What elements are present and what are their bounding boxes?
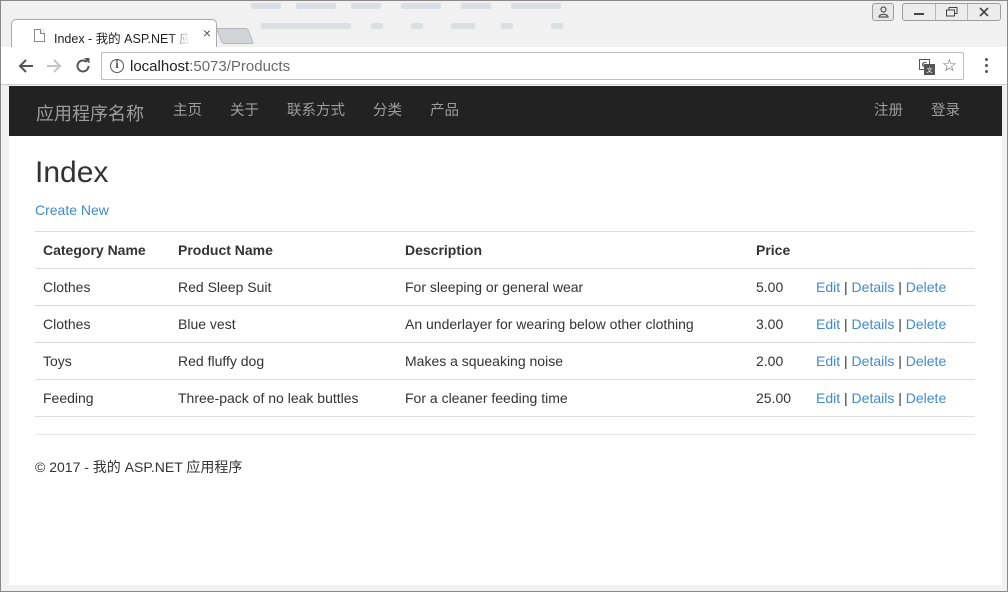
footer-divider (35, 434, 975, 435)
restore-icon (945, 7, 957, 17)
table-header-row: Category Name Product Name Description P… (35, 231, 975, 269)
column-header-price: Price (748, 231, 808, 269)
window-controls (902, 3, 1001, 21)
details-link[interactable]: Details (852, 390, 895, 406)
table-row: Toys Red fluffy dog Makes a squeaking no… (35, 342, 975, 380)
close-icon (979, 7, 989, 17)
cell-category: Feeding (35, 379, 170, 417)
tab-close-icon[interactable]: × (200, 26, 214, 40)
back-arrow-icon (18, 59, 33, 73)
tab-title: Index - 我的 ASP.NET 应用程序 (54, 32, 190, 46)
cell-category: Clothes (35, 305, 170, 343)
edit-link[interactable]: Edit (816, 353, 840, 369)
cell-actions: Edit | Details | Delete (808, 268, 975, 306)
reload-button[interactable] (73, 56, 93, 76)
browser-window: Index - 我的 ASP.NET 应用程序 × (0, 0, 1008, 592)
cell-product: Blue vest (170, 305, 397, 343)
details-link[interactable]: Details (852, 353, 895, 369)
table-row: Clothes Blue vest An underlayer for wear… (35, 305, 975, 343)
cell-price: 3.00 (748, 305, 808, 343)
cell-product: Red fluffy dog (170, 342, 397, 380)
separator: | (898, 279, 902, 295)
edit-link[interactable]: Edit (816, 390, 840, 406)
details-link[interactable]: Details (852, 279, 895, 295)
bookmark-star-icon[interactable]: ☆ (942, 57, 957, 75)
cell-actions: Edit | Details | Delete (808, 379, 975, 417)
page-viewport: 应用程序名称 主页 关于 联系方式 分类 产品 注册 登录 Index Crea… (9, 86, 1002, 585)
separator: | (898, 316, 902, 332)
nav-link-home[interactable]: 主页 (159, 86, 216, 136)
page-title: Index (35, 156, 109, 189)
page-favicon-icon (34, 29, 45, 42)
edit-link[interactable]: Edit (816, 316, 840, 332)
new-tab-button[interactable] (215, 28, 255, 44)
column-header-product: Product Name (170, 231, 397, 269)
browser-toolbar: i localhost:5073/Products G 文 ☆ (1, 47, 1007, 85)
user-profile-button[interactable] (872, 3, 894, 21)
separator: | (844, 279, 848, 295)
translate-icon[interactable]: G 文 (919, 59, 935, 75)
site-navbar: 应用程序名称 主页 关于 联系方式 分类 产品 注册 登录 (9, 86, 1002, 136)
cell-description: For sleeping or general wear (397, 268, 748, 306)
table-row: Clothes Red Sleep Suit For sleeping or g… (35, 268, 975, 306)
address-bar[interactable]: i localhost:5073/Products G 文 ☆ (101, 52, 964, 80)
delete-link[interactable]: Delete (906, 390, 946, 406)
separator: | (844, 316, 848, 332)
separator: | (898, 390, 902, 406)
cell-price: 5.00 (748, 268, 808, 306)
cell-category: Toys (35, 342, 170, 380)
login-link[interactable]: 登录 (917, 86, 974, 136)
footer-text: © 2017 - 我的 ASP.NET 应用程序 (35, 459, 243, 475)
maximize-button[interactable] (936, 4, 969, 20)
column-header-description: Description (397, 231, 748, 269)
user-icon (878, 6, 889, 18)
site-info-icon[interactable]: i (110, 59, 124, 73)
edit-link[interactable]: Edit (816, 279, 840, 295)
cell-actions: Edit | Details | Delete (808, 305, 975, 343)
title-bar: Index - 我的 ASP.NET 应用程序 × (1, 1, 1007, 48)
close-button[interactable] (968, 4, 1000, 20)
cell-actions: Edit | Details | Delete (808, 342, 975, 380)
nav-link-about[interactable]: 关于 (216, 86, 273, 136)
separator: | (844, 390, 848, 406)
cell-description: Makes a squeaking noise (397, 342, 748, 380)
cell-product: Three-pack of no leak buttles (170, 379, 397, 417)
cell-description: An underlayer for wearing below other cl… (397, 305, 748, 343)
browser-menu-icon[interactable] (985, 58, 989, 74)
cell-price: 2.00 (748, 342, 808, 380)
cell-product: Red Sleep Suit (170, 268, 397, 306)
background-window-ghost (251, 1, 651, 41)
delete-link[interactable]: Delete (906, 316, 946, 332)
browser-tab[interactable]: Index - 我的 ASP.NET 应用程序 × (11, 19, 217, 48)
products-table: Category Name Product Name Description P… (35, 231, 975, 417)
column-header-actions (808, 231, 975, 269)
forward-arrow-icon (47, 59, 62, 73)
minimize-button[interactable] (903, 4, 936, 20)
table-row: Feeding Three-pack of no leak buttles Fo… (35, 379, 975, 417)
register-link[interactable]: 注册 (860, 86, 917, 136)
address-url[interactable]: localhost:5073/Products (130, 58, 290, 75)
cell-price: 25.00 (748, 379, 808, 417)
main-content: Index Create New Category Name Product N… (35, 136, 975, 417)
separator: | (844, 353, 848, 369)
nav-link-contact[interactable]: 联系方式 (273, 86, 359, 136)
svg-text:文: 文 (926, 67, 932, 75)
create-new-link[interactable]: Create New (35, 202, 109, 218)
delete-link[interactable]: Delete (906, 279, 946, 295)
delete-link[interactable]: Delete (906, 353, 946, 369)
nav-link-categories[interactable]: 分类 (359, 86, 416, 136)
cell-category: Clothes (35, 268, 170, 306)
nav-link-products[interactable]: 产品 (416, 86, 473, 136)
reload-icon (76, 58, 90, 73)
forward-button[interactable] (44, 56, 64, 76)
minimize-icon (913, 13, 924, 15)
back-button[interactable] (16, 56, 36, 76)
column-header-category: Category Name (35, 231, 170, 269)
navbar-brand[interactable]: 应用程序名称 (36, 100, 144, 126)
navbar-account-links: 注册 登录 (860, 86, 974, 136)
separator: | (898, 353, 902, 369)
navbar-links: 主页 关于 联系方式 分类 产品 (159, 86, 473, 136)
details-link[interactable]: Details (852, 316, 895, 332)
cell-description: For a cleaner feeding time (397, 379, 748, 417)
